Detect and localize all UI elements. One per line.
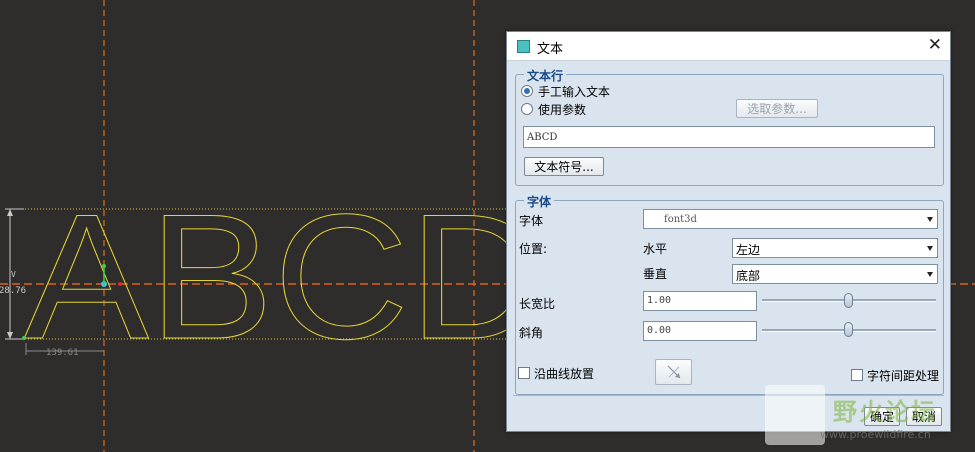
- dialog-titlebar[interactable]: 文本 ✕: [507, 32, 950, 61]
- along-curve-checkbox[interactable]: [518, 367, 530, 379]
- vertical-label: 垂直: [643, 267, 668, 281]
- dimension-v-label: V: [11, 270, 16, 279]
- red-point-marker: [118, 282, 122, 286]
- chevron-down-icon: [927, 246, 933, 251]
- flip-direction-button[interactable]: [655, 359, 692, 385]
- aspect-ratio-slider-thumb[interactable]: [844, 293, 853, 308]
- dialog-title: 文本: [537, 42, 564, 57]
- horizontal-label: 水平: [643, 242, 668, 256]
- font-label: 字体: [519, 214, 544, 228]
- dim-arrow-bottom: [7, 332, 13, 339]
- close-icon[interactable]: ✕: [928, 35, 942, 55]
- vertical-select[interactable]: 底部: [732, 264, 938, 284]
- along-curve-label[interactable]: 沿曲线放置: [534, 365, 594, 382]
- horizontal-select-value: 左边: [736, 243, 761, 257]
- manual-text-label[interactable]: 手工输入文本: [538, 83, 610, 100]
- watermark-text: 野火论坛: [833, 398, 937, 426]
- kerning-label[interactable]: 字符间距处理: [867, 367, 939, 384]
- origin-point-marker: [22, 336, 26, 340]
- vertical-select-value: 底部: [736, 269, 761, 283]
- select-parameter-button[interactable]: 选取参数...: [736, 99, 818, 118]
- slant-input[interactable]: 0.00: [643, 321, 757, 341]
- chevron-down-icon: [927, 217, 933, 222]
- watermark-logo: [765, 385, 825, 445]
- dialog-app-icon: [517, 40, 530, 53]
- use-parameter-label[interactable]: 使用参数: [538, 101, 586, 118]
- text-input-field[interactable]: ABCD: [523, 126, 935, 148]
- use-parameter-radio[interactable]: [521, 103, 533, 115]
- aspect-ratio-input[interactable]: 1.00: [643, 291, 757, 311]
- font-select-value: font3d: [664, 214, 697, 225]
- flip-arrow-icon: [667, 365, 680, 379]
- dimension-height-value[interactable]: 28.76: [0, 286, 26, 296]
- font-select[interactable]: font3d: [643, 209, 938, 229]
- aspect-ratio-label: 长宽比: [519, 297, 556, 311]
- slant-label: 斜角: [519, 326, 544, 340]
- letters-abcd: ABCD: [24, 177, 544, 376]
- position-label: 位置:: [519, 242, 548, 256]
- horizontal-select[interactable]: 左边: [732, 238, 938, 258]
- dim-arrow-top: [7, 209, 13, 216]
- slant-slider-thumb[interactable]: [844, 322, 853, 337]
- font-group-title: 字体: [524, 193, 555, 210]
- watermark-url: www.proewildfire.cn: [820, 428, 931, 441]
- kerning-checkbox[interactable]: [851, 369, 863, 381]
- axis-tip-green: [102, 264, 106, 268]
- text-line-group-title: 文本行: [524, 67, 567, 84]
- manual-text-radio[interactable]: [521, 85, 533, 97]
- text-feature-outline[interactable]: ABCD: [24, 177, 545, 377]
- text-symbol-button[interactable]: 文本符号...: [524, 157, 604, 176]
- text-dialog: 文本 ✕ 文本行 手工输入文本 使用参数 选取参数... ABCD 文本符号..…: [506, 31, 951, 432]
- chevron-down-icon: [927, 272, 933, 277]
